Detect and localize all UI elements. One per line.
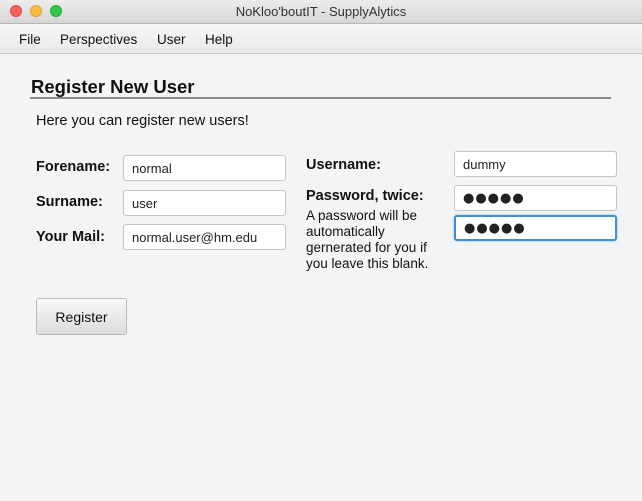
password-field[interactable] <box>454 185 617 211</box>
menu-bar: File Perspectives User Help <box>0 24 642 54</box>
window-title: NoKloo'boutIT - SupplyAlytics <box>235 4 407 19</box>
mail-label: Your Mail: <box>36 229 106 245</box>
username-field[interactable] <box>454 151 617 177</box>
password-label: Password, twice: <box>306 188 424 204</box>
password-hint: A password will be automatically gernera… <box>306 208 429 271</box>
surname-field[interactable] <box>123 190 286 216</box>
username-label: Username: <box>306 157 381 173</box>
menu-help[interactable]: Help <box>205 32 233 47</box>
title-divider <box>30 97 611 99</box>
forename-label: Forename: <box>36 159 111 175</box>
menu-file[interactable]: File <box>19 32 41 47</box>
surname-label: Surname: <box>36 194 103 210</box>
password-repeat-field[interactable] <box>454 215 617 241</box>
page-title: Register New User <box>31 76 195 97</box>
title-bar: NoKloo'boutIT - SupplyAlytics <box>0 0 642 24</box>
menu-perspectives[interactable]: Perspectives <box>60 32 137 47</box>
menu-user[interactable]: User <box>157 32 186 47</box>
intro-text: Here you can register new users! <box>36 113 249 129</box>
register-button[interactable]: Register <box>36 298 127 335</box>
forename-field[interactable] <box>123 155 286 181</box>
email-field[interactable] <box>123 224 286 250</box>
